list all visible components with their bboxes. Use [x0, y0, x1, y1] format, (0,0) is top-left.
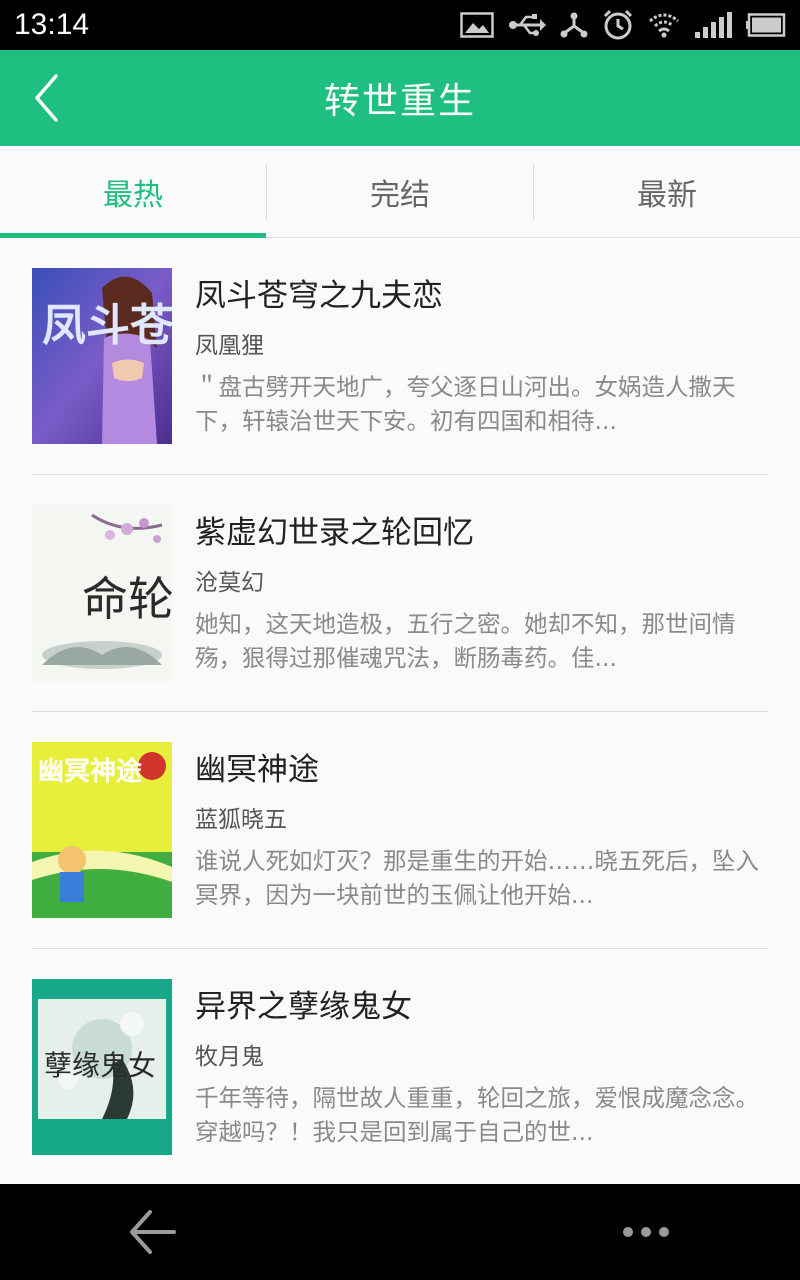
status-bar: 13:14	[0, 0, 800, 50]
battery-icon	[746, 13, 786, 37]
cover-title-text: 孽缘鬼女	[44, 1049, 156, 1082]
book-description: ＂盘古劈开天地广，夸父逐日山河出。女娲造人撒天下，轩辕治世天下安。初有四国和相待…	[195, 373, 736, 435]
usb-icon	[509, 14, 546, 36]
status-icons	[460, 9, 786, 41]
book-description: 谁说人死如灯灭？那是重生的开始……晓五死后，坠入冥界，因为一块前世的玉佩让他开始…	[195, 847, 759, 909]
tab-hottest[interactable]: 最热	[0, 146, 266, 238]
cover-title-text: 凤斗苍穹	[42, 300, 172, 351]
book-title: 异界之孽缘鬼女	[195, 989, 412, 1025]
book-cover: 孽缘鬼女	[32, 979, 172, 1155]
usb-tether-icon	[560, 12, 588, 38]
status-time: 13:14	[14, 8, 90, 41]
book-item[interactable]: 孽缘鬼女 异界之孽缘鬼女 牧月鬼 千年等待，隔世故人重重，轮回之旅，爱恨成魔念念…	[32, 949, 768, 1186]
book-item[interactable]: 凤斗苍穹 凤斗苍穹之九夫恋 凤凰狸 ＂盘古劈开天地广，夸父逐日山河出。女娲造人撒…	[32, 238, 768, 475]
book-author: 沧莫幻	[195, 570, 264, 596]
signal-icon	[695, 12, 732, 38]
book-author: 牧月鬼	[195, 1044, 264, 1070]
category-tabs: 最热 完结 最新	[0, 146, 800, 238]
back-button[interactable]	[22, 68, 72, 128]
nav-back-button[interactable]	[122, 1204, 182, 1260]
app-bar: 转世重生	[0, 50, 800, 146]
cover-title-text: 命轮	[82, 572, 172, 626]
book-author: 蓝狐晓五	[195, 807, 287, 833]
nav-more-button[interactable]	[614, 1204, 678, 1260]
alarm-icon	[603, 9, 633, 40]
book-author: 凤凰狸	[195, 333, 264, 359]
book-title: 凤斗苍穹之九夫恋	[195, 278, 443, 314]
book-description: 她知，这天地造极，五行之密。她却不知，那世间情殇，狠得过那催魂咒法，断肠毒药。佳…	[195, 610, 736, 672]
cover-title-text: 幽冥神途	[38, 756, 143, 787]
book-list: 凤斗苍穹 凤斗苍穹之九夫恋 凤凰狸 ＂盘古劈开天地广，夸父逐日山河出。女娲造人撒…	[0, 238, 800, 1186]
nav-bar	[0, 1184, 800, 1280]
book-item[interactable]: 幽冥神途 幽冥神途 蓝狐晓五 谁说人死如灯灭？那是重生的开始……晓五死后，坠入冥…	[32, 712, 768, 949]
arrow-left-icon	[130, 1210, 176, 1254]
tab-completed[interactable]: 完结	[267, 146, 533, 237]
image-icon	[460, 12, 494, 38]
wifi-icon	[649, 13, 679, 38]
book-cover: 命轮	[32, 505, 172, 681]
book-cover: 幽冥神途	[32, 742, 172, 918]
book-title: 幽冥神途	[195, 752, 319, 788]
page-title: 转世重生	[323, 81, 476, 122]
book-description: 千年等待，隔世故人重重，轮回之旅，爱恨成魔念念。穿越吗？！我只是回到属于自己的世…	[195, 1084, 759, 1146]
book-item[interactable]: 命轮 紫虚幻世录之轮回忆 沧莫幻 她知，这天地造极，五行之密。她却不知，那世间情…	[32, 475, 768, 712]
more-dots-icon	[623, 1227, 669, 1237]
book-title: 紫虚幻世录之轮回忆	[195, 515, 474, 551]
book-cover: 凤斗苍穹	[32, 268, 172, 444]
tab-newest[interactable]: 最新	[534, 146, 800, 237]
chevron-left-icon	[35, 74, 58, 122]
